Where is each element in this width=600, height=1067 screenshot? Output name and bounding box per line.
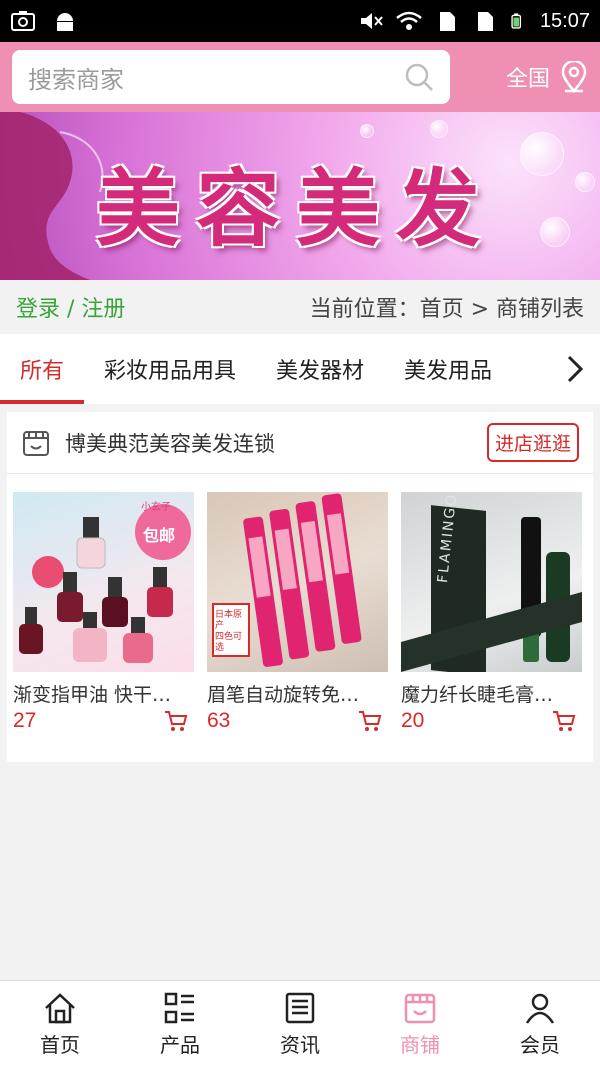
tab-hair-equipment[interactable]: 美发器材 [256,334,384,404]
bottom-navigation: 首页 产品 资讯 商铺 会员 [0,980,600,1067]
region-label: 全国 [505,67,550,92]
nav-news[interactable]: 资讯 [240,981,360,1067]
product-card[interactable]: FLAMINGO 魔力纤长睫毛膏… 20 [401,492,582,733]
product-price: 20 [401,709,425,732]
bubble-decoration [575,172,595,192]
tab-label: 所有 [20,359,65,384]
category-tabs: 所有 彩妆用品用具 美发器材 美发用品 [0,334,600,404]
add-to-cart-icon[interactable] [552,710,576,732]
free-shipping-badge: 包邮 [143,526,176,545]
bubble-decoration [430,120,448,138]
tab-all[interactable]: 所有 [0,334,85,404]
breadcrumb: 登录 / 注册 当前位置：首页 > 商铺列表 [0,280,600,334]
shop-name[interactable]: 博美典范美容美发连锁 [65,428,275,458]
chevron-right-icon[interactable] [560,354,590,384]
app-header: 搜索商家 全国 [0,42,600,112]
search-placeholder: 搜索商家 [28,65,124,94]
status-bar: 15:07 [0,0,600,42]
clock: 15:07 [539,9,590,32]
shop-card: 博美典范美容美发连锁 进店逛逛 小玄子 包邮 渐变指甲油 快干… 27 日本原产… [7,412,593,762]
mute-icon [360,13,383,29]
store-icon [404,993,436,1023]
nav-label: 会员 [520,1032,560,1057]
nav-member[interactable]: 会员 [480,981,600,1067]
region-selector[interactable]: 全国 [506,61,588,93]
banner-title: 美容美发 [96,159,497,258]
product-image-mascara[interactable]: FLAMINGO [401,492,582,672]
nav-label: 资讯 [280,1032,320,1057]
product-name[interactable]: 渐变指甲油 快干… [13,680,194,707]
nav-products[interactable]: 产品 [120,981,240,1067]
grid-list-icon [164,992,194,1023]
bubble-decoration [360,124,374,138]
product-image-caption: 小玄子 [141,502,171,513]
product-image-eyebrow-pencil[interactable]: 日本原产 四色可选 [207,492,388,672]
sim1-icon [439,12,455,31]
tab-label: 彩妆用品用具 [104,359,237,384]
tab-label: 美发用品 [404,359,493,384]
nav-label: 首页 [40,1032,80,1057]
wifi-icon [396,11,422,30]
current-location: 当前位置：首页 > 商铺列表 [309,297,584,322]
search-input[interactable]: 搜索商家 [12,50,450,104]
screenshot-icon [11,11,35,31]
product-card[interactable]: 日本原产 四色可选 眉笔自动旋转免… 63 [207,492,388,733]
product-price: 63 [207,709,231,732]
product-name[interactable]: 眉笔自动旋转免… [207,680,388,707]
nav-home[interactable]: 首页 [0,981,120,1067]
product-list: 小玄子 包邮 渐变指甲油 快干… 27 日本原产 四色可选 眉笔自动旋转免… 6… [7,474,593,733]
origin-badge: 日本原产 [215,610,243,631]
document-icon [285,992,315,1023]
add-to-cart-icon[interactable] [164,710,188,732]
promo-banner[interactable]: 美容美发 [0,112,600,280]
android-icon [57,13,73,31]
color-options-badge: 四色可选 [215,632,243,653]
tab-label: 美发器材 [276,359,365,384]
product-price: 27 [13,709,37,732]
tab-hair-supplies[interactable]: 美发用品 [384,334,512,404]
bubble-decoration [520,132,564,176]
sim2-icon [477,12,493,31]
search-icon[interactable] [404,62,434,92]
tab-makeup-tools[interactable]: 彩妆用品用具 [84,334,256,404]
nav-label: 商铺 [400,1032,440,1057]
nav-stores[interactable]: 商铺 [360,981,480,1067]
store-icon [23,430,49,456]
shop-header[interactable]: 博美典范美容美发连锁 进店逛逛 [7,412,593,474]
nav-label: 产品 [160,1032,200,1057]
enter-shop-button[interactable]: 进店逛逛 [486,423,579,462]
battery-icon [511,13,522,29]
add-to-cart-icon[interactable] [358,710,382,732]
mascara-illustration [401,505,582,672]
login-register-link[interactable]: 登录 / 注册 [16,291,125,323]
bubble-decoration [540,217,570,247]
product-name[interactable]: 魔力纤长睫毛膏… [401,680,582,707]
home-icon [45,992,75,1023]
product-image-nail-polish[interactable]: 小玄子 包邮 [13,492,194,672]
user-icon [525,993,555,1024]
product-card[interactable]: 小玄子 包邮 渐变指甲油 快干… 27 [13,492,194,733]
location-pin-icon [561,61,587,93]
nail-polish-illustration [19,504,191,663]
